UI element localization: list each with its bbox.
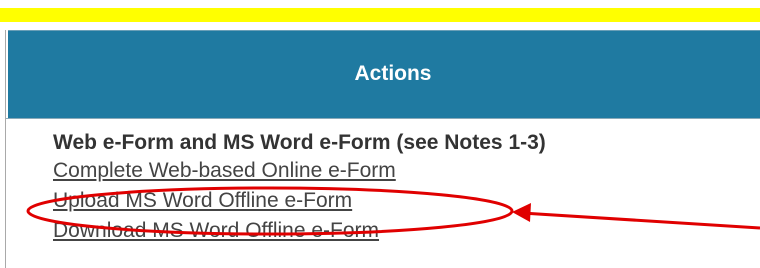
actions-header-title: Actions <box>354 62 432 85</box>
download-word-eform-link[interactable]: Download MS Word Offline e-Form <box>53 216 753 246</box>
screenshot-stage: Actions Web e-Form and MS Word e-Form (s… <box>0 0 760 268</box>
upload-word-eform-link[interactable]: Upload MS Word Offline e-Form <box>53 186 753 216</box>
complete-online-eform-link[interactable]: Complete Web-based Online e-Form <box>53 156 753 186</box>
actions-cell-content: Web e-Form and MS Word e-Form (see Notes… <box>53 128 753 246</box>
eform-heading: Web e-Form and MS Word e-Form (see Notes… <box>53 131 546 154</box>
highlight-bar <box>0 8 760 22</box>
